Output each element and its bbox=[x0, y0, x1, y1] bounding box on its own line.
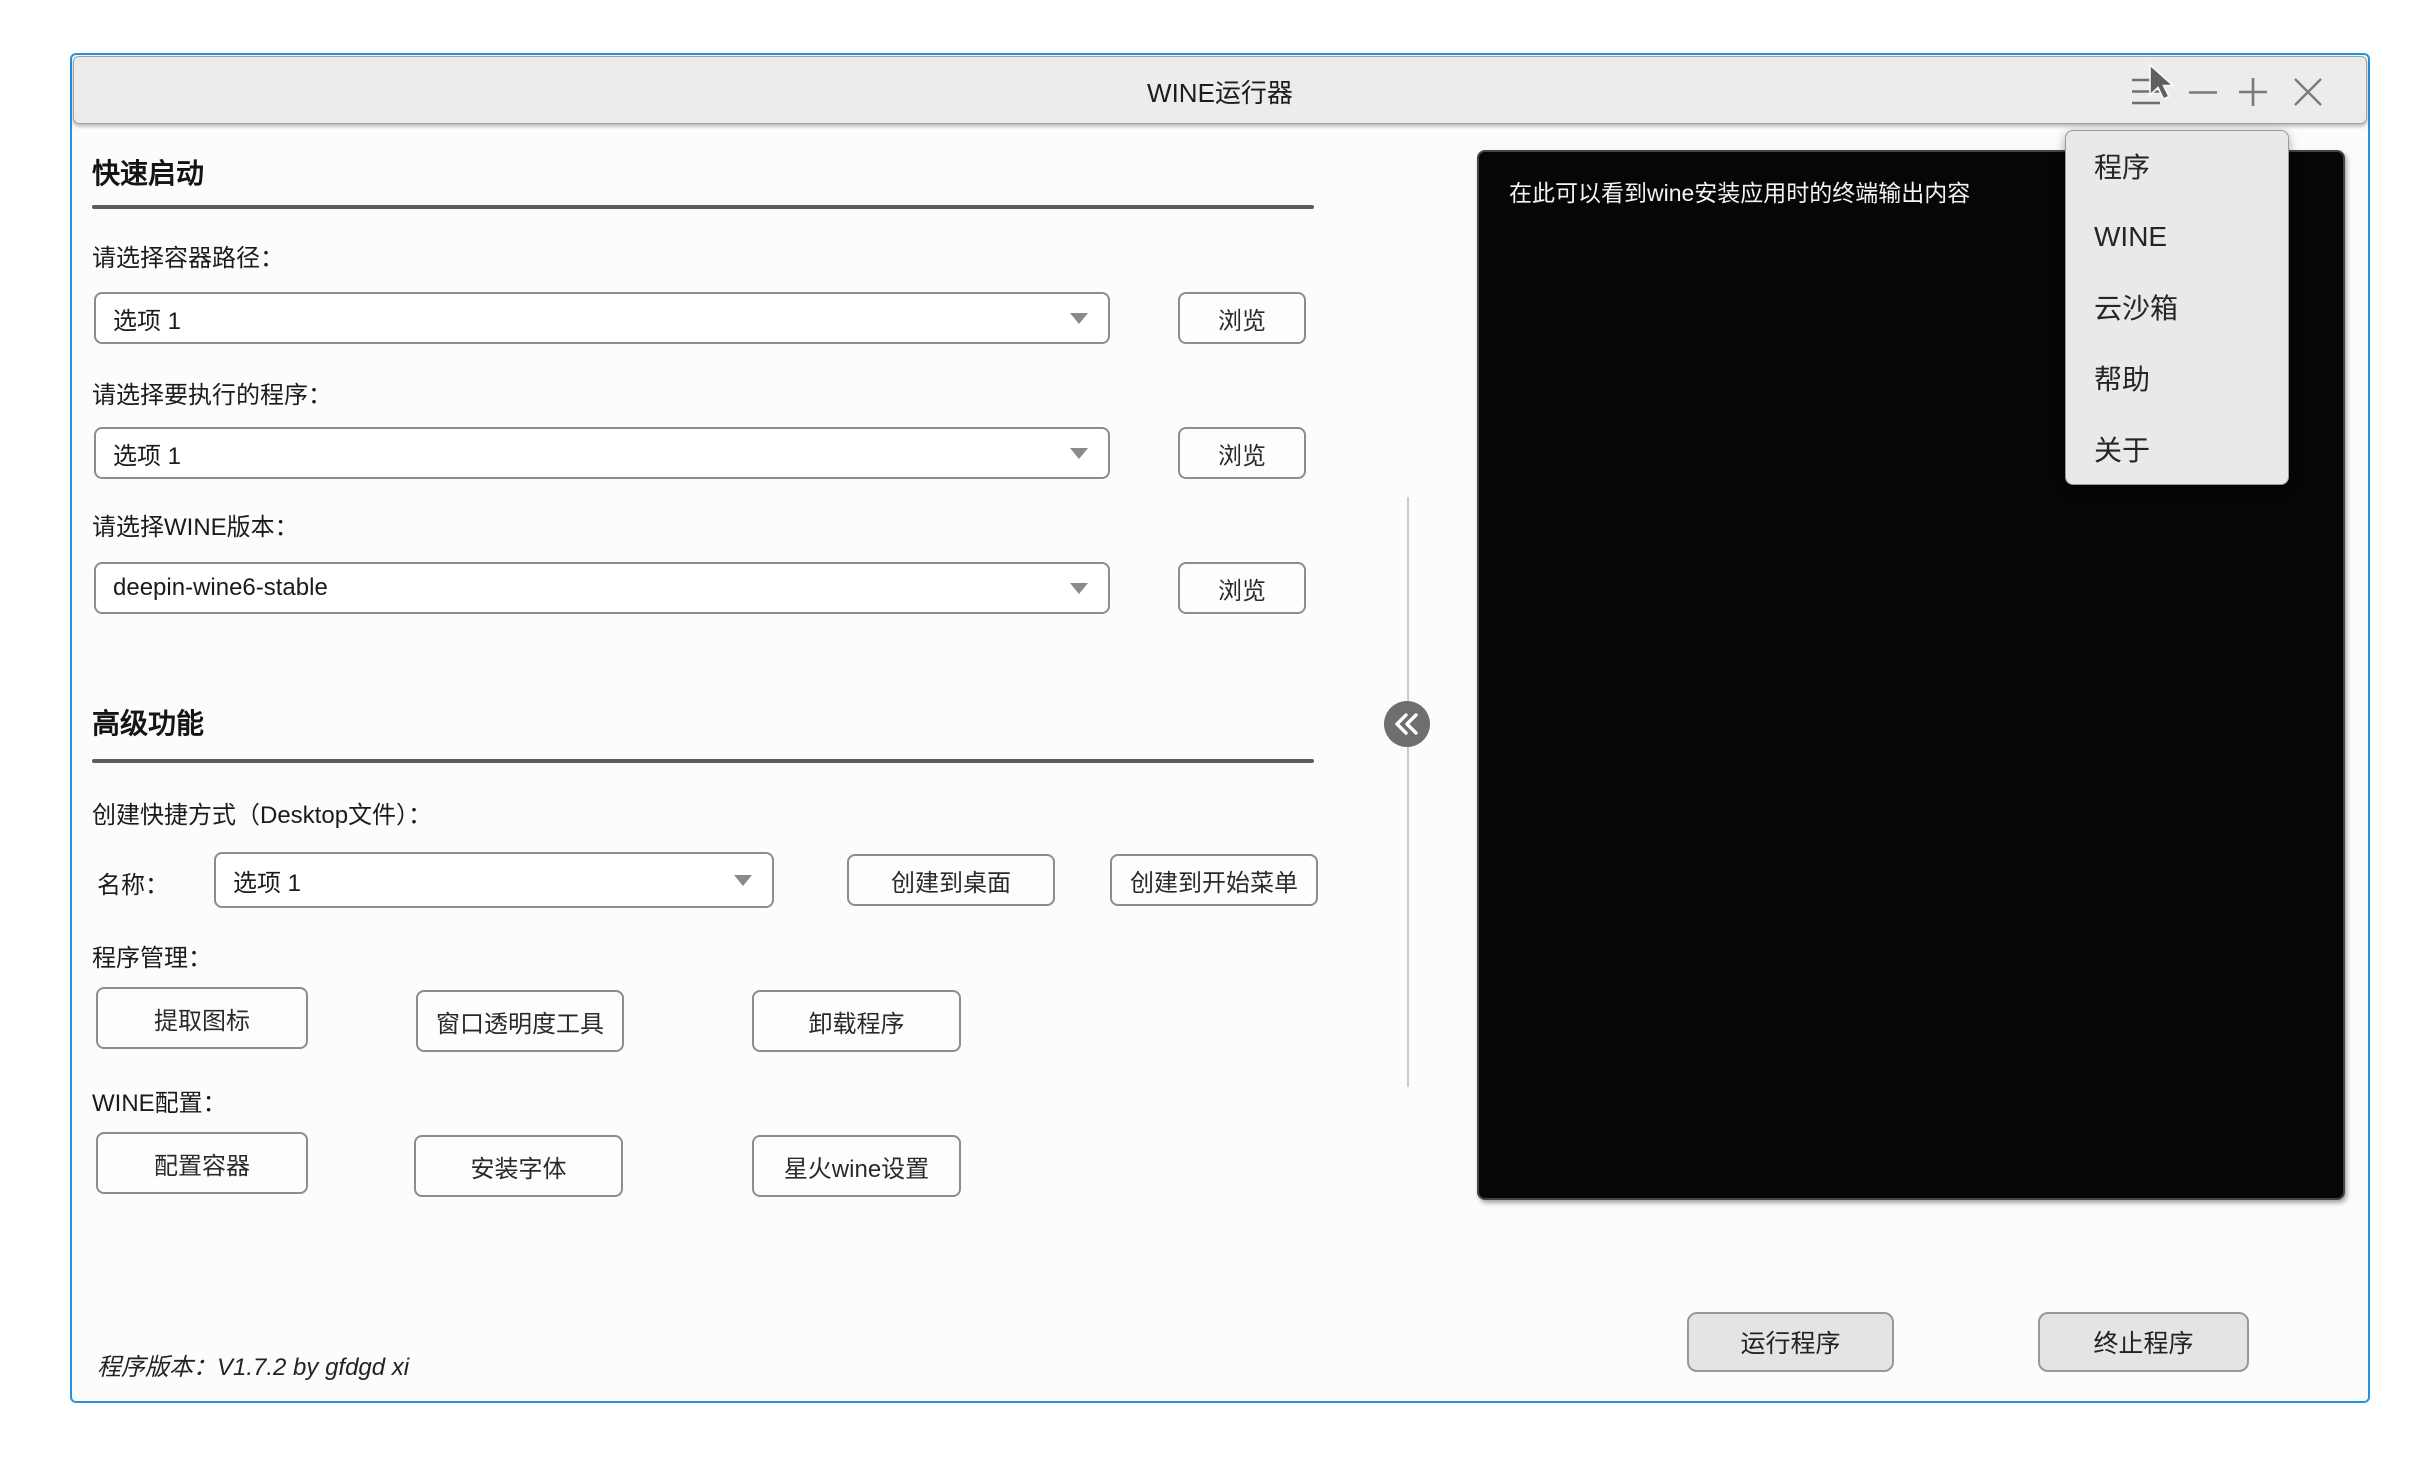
quick-start-heading: 快速启动 bbox=[92, 152, 204, 192]
spark-wine-settings-button[interactable]: 星火wine设置 bbox=[752, 1135, 961, 1197]
maximize-icon bbox=[2239, 78, 2267, 106]
minimize-icon bbox=[2189, 78, 2217, 106]
shortcut-name-select[interactable]: 选项 1 bbox=[214, 852, 774, 908]
program-value: 选项 1 bbox=[113, 436, 181, 471]
program-label: 请选择要执行的程序： bbox=[92, 375, 332, 410]
program-mgmt-label: 程序管理： bbox=[92, 938, 212, 973]
container-path-label: 请选择容器路径： bbox=[92, 238, 284, 273]
menu-item-program[interactable]: 程序 bbox=[2066, 131, 2288, 202]
browse-wine-button[interactable]: 浏览 bbox=[1178, 562, 1306, 614]
titlebar[interactable]: WINE运行器 bbox=[73, 56, 2367, 124]
name-label: 名称： bbox=[97, 865, 169, 900]
menu-item-about[interactable]: 关于 bbox=[2066, 413, 2288, 484]
shortcut-label: 创建快捷方式（Desktop文件）： bbox=[92, 795, 432, 830]
panel-divider bbox=[1407, 497, 1409, 1087]
chevron-down-icon bbox=[1070, 448, 1088, 459]
collapse-panel-button[interactable] bbox=[1383, 700, 1431, 748]
chevron-down-icon bbox=[1070, 583, 1088, 594]
window-title: WINE运行器 bbox=[74, 57, 2366, 125]
shortcut-name-value: 选项 1 bbox=[233, 863, 301, 898]
browse-container-button[interactable]: 浏览 bbox=[1178, 292, 1306, 344]
minimize-button[interactable] bbox=[2186, 74, 2220, 110]
run-program-button[interactable]: 运行程序 bbox=[1687, 1312, 1894, 1372]
wine-version-label: 请选择WINE版本： bbox=[92, 507, 299, 542]
container-path-select[interactable]: 选项 1 bbox=[94, 292, 1110, 344]
browse-program-button[interactable]: 浏览 bbox=[1178, 427, 1306, 479]
terminate-program-button[interactable]: 终止程序 bbox=[2038, 1312, 2249, 1372]
mouse-cursor-icon bbox=[2148, 63, 2188, 107]
close-icon bbox=[2294, 78, 2322, 106]
desktop: WINE运行器 bbox=[0, 0, 2433, 1468]
wine-config-label: WINE配置： bbox=[92, 1083, 227, 1118]
wine-runner-window: WINE运行器 bbox=[70, 53, 2370, 1403]
section-divider bbox=[92, 759, 1314, 763]
maximize-button[interactable] bbox=[2236, 74, 2270, 110]
chevron-down-icon bbox=[1070, 313, 1088, 324]
window-opacity-tool-button[interactable]: 窗口透明度工具 bbox=[416, 990, 624, 1052]
install-fonts-button[interactable]: 安装字体 bbox=[414, 1135, 623, 1197]
program-select[interactable]: 选项 1 bbox=[94, 427, 1110, 479]
titlebar-popup-menu: 程序 WINE 云沙箱 帮助 关于 bbox=[2065, 130, 2289, 485]
container-path-value: 选项 1 bbox=[113, 301, 181, 336]
version-text: 程序版本：V1.7.2 by gfdgd xi bbox=[97, 1347, 409, 1382]
close-button[interactable] bbox=[2291, 74, 2325, 110]
wine-version-value: deepin-wine6-stable bbox=[113, 574, 328, 602]
create-desktop-button[interactable]: 创建到桌面 bbox=[847, 854, 1055, 906]
chevron-down-icon bbox=[734, 875, 752, 886]
extract-icon-button[interactable]: 提取图标 bbox=[96, 987, 308, 1049]
menu-item-wine[interactable]: WINE bbox=[2066, 202, 2288, 273]
menu-item-help[interactable]: 帮助 bbox=[2066, 343, 2288, 414]
wine-version-select[interactable]: deepin-wine6-stable bbox=[94, 562, 1110, 614]
menu-item-cloud-sandbox[interactable]: 云沙箱 bbox=[2066, 272, 2288, 343]
configure-container-button[interactable]: 配置容器 bbox=[96, 1132, 308, 1194]
section-divider bbox=[92, 205, 1314, 209]
uninstall-program-button[interactable]: 卸载程序 bbox=[752, 990, 961, 1052]
create-start-menu-button[interactable]: 创建到开始菜单 bbox=[1110, 854, 1318, 906]
advanced-heading: 高级功能 bbox=[92, 702, 204, 742]
double-chevron-left-icon bbox=[1383, 700, 1431, 748]
